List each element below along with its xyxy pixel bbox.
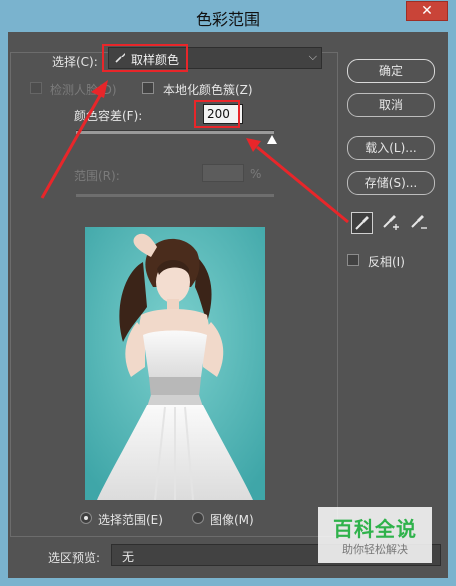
localized-clusters-label: 本地化颜色簇(Z) <box>163 83 253 97</box>
localized-clusters-checkbox[interactable] <box>142 82 154 94</box>
range-slider[interactable] <box>76 194 274 197</box>
chevron-down-icon: ⌵ <box>308 50 317 63</box>
range-unit: % <box>250 167 262 181</box>
preview-image <box>85 227 265 500</box>
dialog-title: 色彩范围 <box>195 10 260 29</box>
image-radio[interactable] <box>192 512 204 524</box>
invert-checkbox[interactable] <box>347 254 359 266</box>
dialog-body: 选择(C): 取样颜色 ⌵ 检测人脸(D) 本地化颜色簇(Z) 颜色容差(F):… <box>8 32 448 578</box>
eyedropper-add-tool[interactable] <box>380 212 402 234</box>
eyedropper-icon <box>355 216 369 230</box>
eyedropper-subtract-icon <box>411 215 427 229</box>
selection-preview-label: 选区预览: <box>48 551 101 565</box>
select-dropdown[interactable]: 取样颜色 ⌵ <box>108 47 322 69</box>
bride-photo <box>85 227 265 500</box>
selection-radio-label: 选择范围(E) <box>98 513 163 527</box>
selection-preview-dropdown[interactable]: 无 <box>111 544 441 566</box>
tolerance-slider-thumb[interactable] <box>267 135 277 144</box>
select-label: 选择(C): <box>52 55 98 69</box>
save-button[interactable]: 存储(S)... <box>347 171 435 195</box>
title-bar: 色彩范围 ✕ <box>0 0 456 32</box>
load-button[interactable]: 载入(L)... <box>347 136 435 160</box>
cancel-button[interactable]: 取消 <box>347 93 435 117</box>
detect-faces-checkbox[interactable] <box>30 82 42 94</box>
eyedropper-add-icon <box>383 215 399 230</box>
tolerance-slider[interactable] <box>76 130 274 134</box>
color-range-dialog: 色彩范围 ✕ 选择(C): 取样颜色 ⌵ 检测人脸(D) 本地化颜色簇(Z) 颜… <box>0 0 456 586</box>
eyedropper-tool[interactable] <box>351 212 373 234</box>
detect-faces-label: 检测人脸(D) <box>50 83 117 97</box>
range-label: 范围(R): <box>74 169 120 183</box>
eyedropper-subtract-tool[interactable] <box>408 212 430 234</box>
range-input[interactable] <box>202 164 244 182</box>
selection-preview-value: 无 <box>122 550 135 564</box>
selection-radio[interactable] <box>80 512 92 524</box>
image-radio-label: 图像(M) <box>210 513 254 527</box>
ok-button[interactable]: 确定 <box>347 59 435 83</box>
select-value: 取样颜色 <box>131 53 180 67</box>
eyedropper-icon <box>115 53 125 63</box>
tolerance-input[interactable]: 200 <box>203 104 243 124</box>
invert-label: 反相(I) <box>368 255 405 269</box>
tolerance-label: 颜色容差(F): <box>74 109 143 123</box>
close-button[interactable]: ✕ <box>406 1 448 21</box>
